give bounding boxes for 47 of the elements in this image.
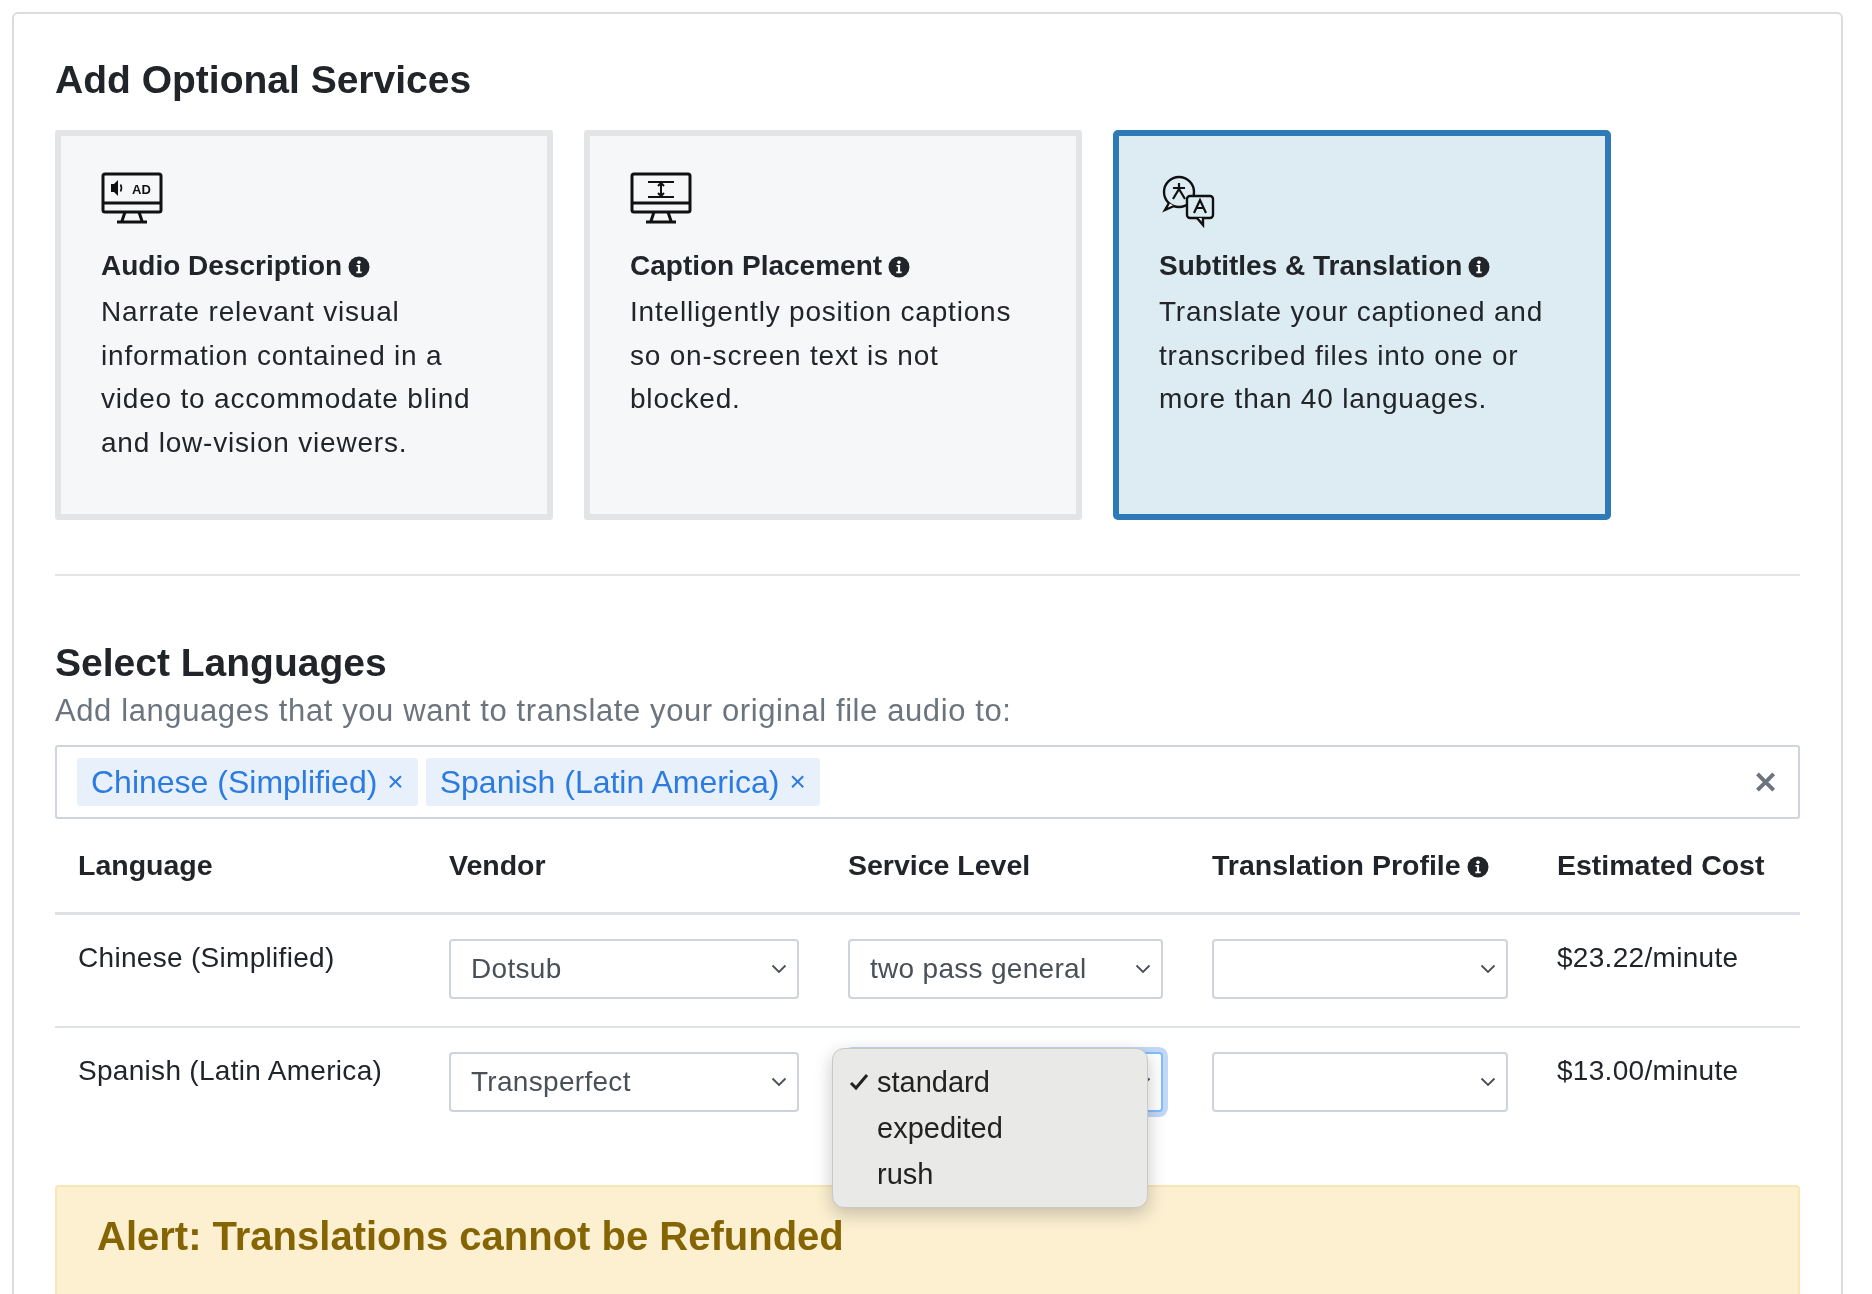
column-header: Service Level: [848, 849, 1031, 881]
alert-title: Alert: Translations cannot be Refunded: [97, 1213, 845, 1259]
column-header: Vendor: [449, 849, 546, 881]
clear-button[interactable]: ✕: [1753, 764, 1778, 800]
remove-tag-button[interactable]: ×: [387, 766, 404, 798]
card-title: Audio Description: [101, 250, 343, 281]
select-value: Dotsub: [471, 953, 562, 985]
info-icon[interactable]: [348, 256, 371, 278]
dropdown-select[interactable]: two pass general: [848, 939, 1163, 999]
table-cell-text: $23.22/minute: [1557, 942, 1740, 974]
card-description: Intelligently position captions so on-screen text is not blocked.: [630, 295, 1013, 416]
column-header: Estimated Cost: [1557, 849, 1765, 881]
table-cell-text: Spanish (Latin America): [78, 1055, 384, 1087]
menu-option[interactable]: standard: [833, 1059, 1147, 1105]
info-icon[interactable]: [888, 256, 911, 278]
chevron-down-icon: [1480, 1077, 1496, 1087]
tag-label: Spanish (Latin America): [439, 763, 780, 801]
card-title: Caption Placement: [630, 250, 883, 281]
info-icon[interactable]: [1468, 256, 1491, 278]
section-title: Select Languages: [55, 640, 388, 686]
dropdown-select[interactable]: Dotsub: [449, 939, 799, 999]
chevron-down-icon: [1480, 964, 1496, 974]
select-value: Transperfect: [471, 1066, 631, 1098]
monitor-icon: [630, 172, 694, 226]
section-title: Add Optional Services: [55, 57, 473, 103]
table-cell-text: $13.00/minute: [1557, 1055, 1740, 1087]
remove-tag-button[interactable]: ×: [789, 766, 806, 798]
language-input-field[interactable]: Chinese (Simplified) × Spanish (Latin America) × ✕: [55, 745, 1800, 819]
chevron-down-icon: [1135, 964, 1151, 974]
service-card[interactable]: Caption Placement Intelligently position captions so on-screen text is not blocked.: [584, 130, 1082, 520]
card-description: Narrate relevant visual information contained in a video to accommodate blind and low-vision viewers.: [101, 295, 472, 460]
section-subtitle: Add languages that you want to translate your original file audio to:: [55, 693, 1013, 729]
card-description: Translate your captioned and transcribed files into one or more than 40 languages.: [1159, 295, 1545, 416]
select-value: two pass general: [870, 953, 1087, 985]
table-cell-text: Chinese (Simplified): [78, 942, 336, 974]
column-header: Language: [78, 849, 213, 881]
dropdown-select[interactable]: Transperfect: [449, 1052, 799, 1112]
menu-option[interactable]: expedited: [833, 1105, 1147, 1151]
service-card[interactable]: Subtitles & Translation Translate your captioned and transcribed files into one or more than 40 languages.: [1113, 130, 1611, 520]
chevron-down-icon: [771, 1077, 787, 1087]
tag-label: Chinese (Simplified): [91, 763, 378, 801]
column-header: Translation Profile: [1212, 849, 1461, 881]
menu-option[interactable]: rush: [833, 1151, 1147, 1197]
service-card[interactable]: AD Audio Description Narrate relevant visual information contained in a video to accommodate blind and low-vision viewers.: [55, 130, 553, 520]
chevron-down-icon: [771, 964, 787, 974]
card-title: Subtitles & Translation: [1159, 250, 1463, 281]
info-icon[interactable]: [1466, 856, 1489, 878]
